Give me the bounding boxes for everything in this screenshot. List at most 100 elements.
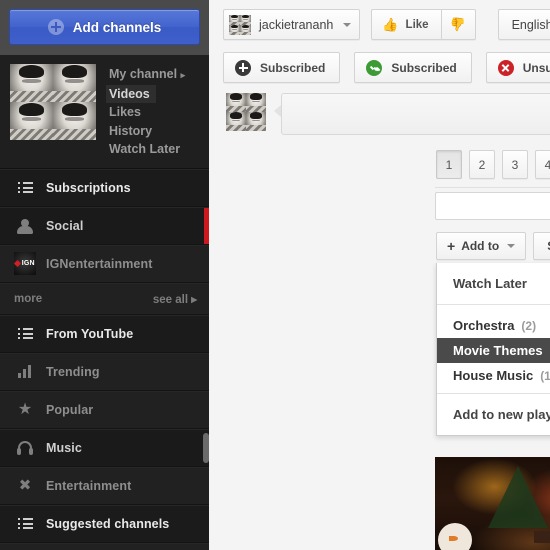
sidebar-item-label: Music bbox=[46, 440, 82, 455]
desk bbox=[534, 531, 550, 543]
star-icon: ★ bbox=[17, 400, 33, 418]
playlist-scroll-region: Orchestra (2) Movie Themes (7) House Mus… bbox=[437, 304, 550, 393]
christmas-tree bbox=[487, 466, 548, 529]
playlist-item-orchestra[interactable]: Orchestra (2) bbox=[437, 313, 550, 338]
profile-link-likes[interactable]: Likes bbox=[106, 104, 147, 122]
sidebar-item-ignentertainment[interactable]: IGN IGNentertainment bbox=[0, 244, 209, 283]
playlist-count: (2) bbox=[521, 319, 537, 333]
profile-link-label: My channel bbox=[109, 67, 178, 81]
chevron-down-icon bbox=[507, 244, 516, 248]
sidebar-header-label: From YouTube bbox=[46, 326, 134, 341]
share-button[interactable]: Share bbox=[533, 232, 550, 260]
profile-link-videos[interactable]: Videos bbox=[106, 85, 156, 103]
subscribed-check-button[interactable]: Subscribed bbox=[354, 52, 472, 83]
list-icon bbox=[14, 518, 36, 529]
video-thumbnail-preview[interactable] bbox=[435, 457, 550, 550]
playlist-item-movie-themes[interactable]: Movie Themes (7) bbox=[437, 338, 550, 363]
profile-block: My channel ▸ Videos Likes History Watch … bbox=[0, 55, 209, 169]
sidebar-item-label: Social bbox=[46, 218, 84, 233]
language-button[interactable]: English bbox=[497, 9, 550, 40]
sidebar-item-label: Popular bbox=[46, 402, 94, 417]
left-sidebar: Add channels My channel ▸ Videos Likes H… bbox=[0, 0, 209, 550]
playlist-name: House Music bbox=[453, 368, 534, 383]
bars-icon bbox=[14, 365, 36, 378]
pagination: 1 2 3 4 5 6 7 8 Next bbox=[436, 150, 550, 179]
subscribe-buttons-row: Subscribed Subscribed Unsubscribe bbox=[223, 52, 550, 83]
playlist-name: Orchestra bbox=[453, 318, 515, 333]
playlist-name: Movie Themes bbox=[453, 343, 543, 358]
chevron-right-icon: ▸ bbox=[180, 70, 186, 80]
search-field-wrapper bbox=[435, 192, 550, 220]
page-button-4[interactable]: 4 bbox=[535, 150, 550, 179]
sidebar-header-label: Subscriptions bbox=[46, 180, 131, 195]
more-link[interactable]: more bbox=[14, 293, 42, 305]
video-toolbar: + Add to Share 2,960 videos bbox=[436, 232, 550, 260]
sidebar-item-popular[interactable]: ★ Popular bbox=[0, 390, 209, 429]
dropdown-item-add-new-playlist[interactable]: Add to new playlist bbox=[437, 393, 550, 435]
sidebar-item-trending[interactable]: Trending bbox=[0, 352, 209, 391]
subscribed-label: Subscribed bbox=[391, 60, 457, 75]
snowman bbox=[438, 523, 473, 550]
speech-pointer-icon bbox=[274, 105, 281, 117]
page-button-2[interactable]: 2 bbox=[469, 150, 495, 179]
page-button-3[interactable]: 3 bbox=[502, 150, 528, 179]
sidebar-top-section: Add channels bbox=[0, 0, 209, 55]
main-content: jackietrananh 👍 Like 👍 English Subscribe… bbox=[209, 0, 550, 550]
profile-link-history[interactable]: History bbox=[106, 122, 158, 140]
check-circle-icon bbox=[366, 59, 383, 76]
ign-icon: IGN bbox=[14, 252, 36, 275]
dislike-button[interactable]: 👍 bbox=[441, 9, 476, 40]
channel-header-row: jackietrananh 👍 Like 👍 English bbox=[223, 9, 550, 40]
sidebar-header-suggested-channels[interactable]: Suggested channels bbox=[0, 504, 209, 543]
add-to-dropdown-menu: Watch Later Orchestra (2) Movie Themes (… bbox=[436, 263, 550, 436]
page-button-1[interactable]: 1 bbox=[436, 150, 462, 179]
list-icon bbox=[14, 328, 36, 339]
dropdown-item-watch-later[interactable]: Watch Later bbox=[437, 263, 550, 304]
like-label: Like bbox=[405, 18, 429, 31]
plus-icon: + bbox=[447, 238, 456, 254]
user-name-label: jackietrananh bbox=[259, 17, 334, 32]
thumbs-up-icon: 👍 bbox=[382, 17, 399, 32]
sidebar-item-social[interactable]: Social bbox=[0, 206, 209, 245]
subscribed-plus-button[interactable]: Subscribed bbox=[223, 52, 341, 83]
avatar bbox=[10, 64, 96, 140]
thumbs-down-icon: 👍 bbox=[449, 17, 467, 32]
playlist-item-house-music[interactable]: House Music (12) bbox=[437, 363, 550, 388]
add-to-label: Add to bbox=[461, 239, 500, 253]
profile-link-watch-later[interactable]: Watch Later bbox=[106, 141, 186, 159]
sidebar-header-label: Suggested channels bbox=[46, 516, 170, 531]
add-to-button[interactable]: + Add to bbox=[436, 232, 527, 260]
subscriptions-more-row: more see all ▸ bbox=[0, 282, 209, 315]
sidebar-item-music[interactable]: Music bbox=[0, 428, 209, 467]
unsubscribe-label: Unsubscribe bbox=[522, 60, 550, 75]
plus-circle-icon bbox=[47, 19, 64, 35]
unsubscribe-button[interactable]: Unsubscribe bbox=[485, 52, 550, 83]
user-avatar bbox=[229, 14, 251, 35]
sidebar-item-ladygaga[interactable]: LadyGaga bbox=[0, 542, 209, 550]
add-channels-button[interactable]: Add channels bbox=[9, 9, 200, 45]
sidebar-item-entertainment[interactable]: ✖ Entertainment bbox=[0, 466, 209, 505]
see-all-link[interactable]: see all ▸ bbox=[153, 292, 197, 306]
masks-icon: ✖ bbox=[18, 477, 32, 494]
add-channels-label: Add channels bbox=[72, 19, 162, 35]
comment-avatar bbox=[226, 93, 266, 131]
list-icon bbox=[14, 182, 36, 193]
sidebar-header-from-youtube[interactable]: From YouTube bbox=[0, 314, 209, 353]
profile-link-my-channel[interactable]: My channel ▸ bbox=[106, 66, 191, 85]
people-icon bbox=[14, 218, 36, 234]
plus-circle-icon bbox=[235, 59, 251, 76]
playlist-count: (12) bbox=[540, 369, 550, 383]
like-button[interactable]: 👍 Like bbox=[371, 9, 442, 40]
headphones-icon bbox=[14, 440, 36, 455]
x-circle-icon bbox=[497, 59, 514, 76]
sidebar-header-subscriptions[interactable]: Subscriptions bbox=[0, 168, 209, 207]
sidebar-item-label: Trending bbox=[46, 364, 100, 379]
sidebar-item-label: Entertainment bbox=[46, 478, 132, 493]
search-input[interactable] bbox=[435, 192, 550, 220]
user-dropdown-button[interactable]: jackietrananh bbox=[223, 9, 361, 40]
subscribed-label: Subscribed bbox=[260, 60, 326, 75]
comment-input[interactable] bbox=[281, 93, 550, 135]
youtube-subscriptions-page: Add channels My channel ▸ Videos Likes H… bbox=[0, 0, 550, 550]
divider bbox=[435, 187, 550, 188]
sidebar-item-label: IGNentertainment bbox=[46, 256, 153, 271]
